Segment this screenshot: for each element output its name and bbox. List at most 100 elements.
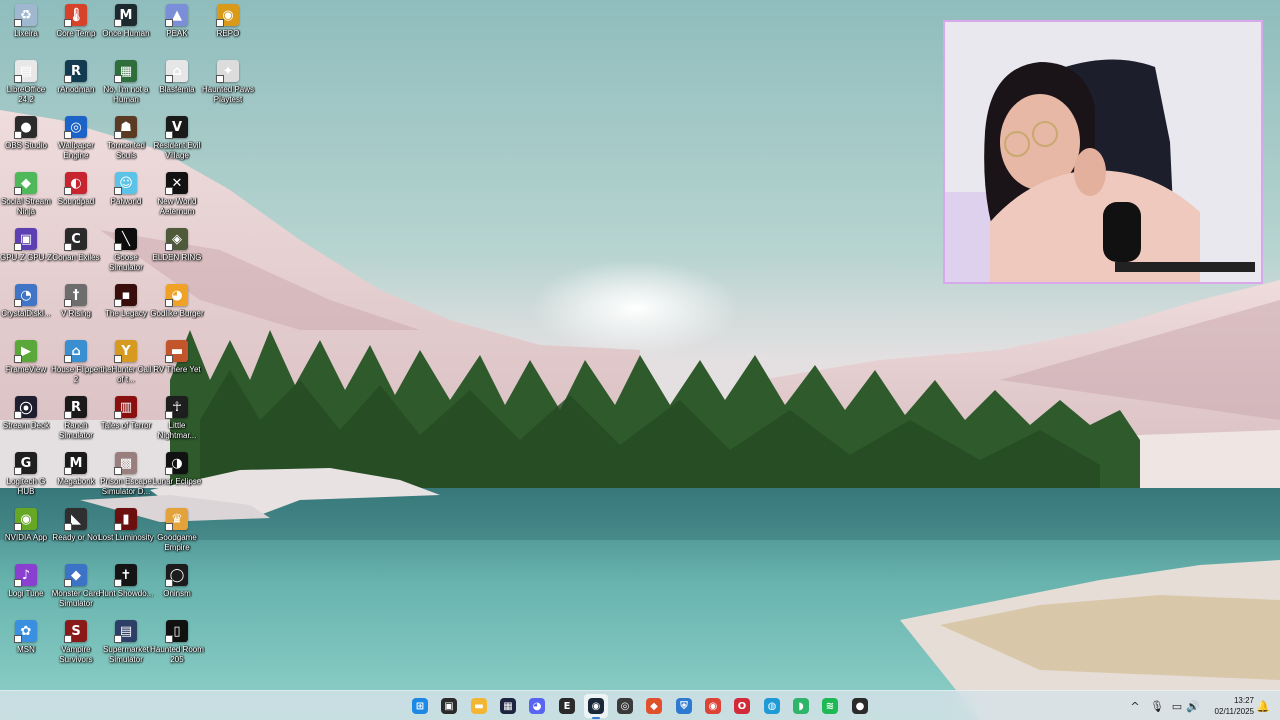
desktop-icon[interactable]: ⌂ House Flipper 2 (50, 340, 102, 396)
desktop-icon[interactable]: ⦿ Stream Deck (0, 396, 52, 452)
desktop-icon[interactable]: V Resident Evil Village (151, 116, 203, 172)
taskbar-app-button[interactable]: ⊞ (408, 694, 432, 718)
desktop-icon[interactable]: ◐ Soundpad (50, 172, 102, 228)
desktop-icon[interactable]: ▮ Lost Luminosity (98, 508, 154, 564)
desktop-icon[interactable]: ▶ FrameView (0, 340, 52, 396)
desktop-icon[interactable]: ◈ ELDEN RING (151, 228, 203, 284)
desktop-icon[interactable]: R Ranch Simulator (50, 396, 102, 452)
microphone-icon[interactable]: 🎙 (1150, 699, 1164, 713)
taskbar-app-button[interactable]: ≋ (818, 694, 842, 718)
desktop-icon[interactable]: ☗ Tormented Souls (100, 116, 152, 172)
desktop-icon[interactable]: ▩ Prison Escape Simulator D... (100, 452, 152, 508)
desktop-icon[interactable]: ◉ NVIDIA App (0, 508, 52, 564)
desktop-icon[interactable]: ✦ Haunted Paws Playtest (202, 60, 254, 116)
house-flipper-icon: ⌂ (64, 340, 87, 363)
desktop-icon[interactable]: ◑ Lunar Eclipse (151, 452, 203, 508)
desktop-icon[interactable]: ⌂ Blasfemia (151, 60, 203, 116)
desktop-icon[interactable]: ▪ The Legacy (100, 284, 152, 340)
desktop-icon[interactable]: S Vampire Survivors (50, 620, 102, 676)
desktop-icon[interactable]: ☺ Palworld (100, 172, 152, 228)
taskbar-app-button[interactable]: E (555, 694, 579, 718)
desktop-icon[interactable]: ◔ CrystalDiskI... (0, 284, 52, 340)
desktop-icon-label: Stream Deck (2, 421, 50, 430)
desktop-icon-label: NVIDIA App (4, 533, 48, 542)
desktop-icon[interactable]: † V Rising (50, 284, 102, 340)
desktop-icon-label: OBS Studio (5, 141, 47, 150)
taskbar-app-button[interactable]: ◆ (642, 694, 666, 718)
obs-studio-taskbar-icon: ● (852, 698, 868, 714)
desktop-icon[interactable]: ♛ Goodgame Empire (151, 508, 203, 564)
desktop-icon[interactable]: ◕ Godlike Burger (150, 284, 204, 340)
palworld-icon: ☺ (114, 172, 137, 195)
taskbar-app-button[interactable]: ● (848, 694, 872, 718)
desktop-icon[interactable]: ▥ Tales of Terror (100, 396, 152, 452)
desktop-icon-label: Palworld (110, 197, 142, 206)
haunted-room-icon: ▯ (165, 620, 188, 643)
desktop-icon[interactable]: ▤ LibreOffice 24.2 (0, 60, 52, 116)
desktop-icon[interactable]: ◉ REPO (202, 4, 254, 60)
desktop-icon[interactable]: ☥ Little Nightmar... (151, 396, 203, 452)
desktop-icon-label: FrameView (5, 365, 47, 374)
webcam-overlay (943, 20, 1263, 284)
desktop-icon[interactable]: ◎ Wallpaper Engine (50, 116, 102, 172)
system-clock[interactable]: 13:27 02/11/2025 (1204, 695, 1254, 717)
desktop-icon[interactable]: ▯ Haunted Room 205 (150, 620, 204, 676)
desktop-icon[interactable]: ▤ Supermarket Simulator (100, 620, 152, 676)
desktop-icon[interactable]: ▲ PEAK (151, 4, 203, 60)
desktop-icon[interactable]: ▣ GPU-Z GPU-Z (0, 228, 52, 284)
new-world-icon: ✕ (165, 172, 188, 195)
webcam-feed-image (945, 22, 1261, 282)
crystaldisk-icon: ◔ (14, 284, 37, 307)
desktop-icon[interactable]: G Logitech G HUB (0, 452, 52, 508)
desktop-icon-label: Prison Escape Simulator D... (100, 477, 152, 496)
chevron-up-icon[interactable]: ^ (1128, 699, 1142, 713)
taskbar-app-button[interactable]: ◉ (584, 694, 608, 719)
desktop-icon[interactable]: ✿ MSN (0, 620, 52, 676)
desktop-icon[interactable]: YtheHunter Call of t... (100, 340, 152, 396)
desktop-icon-label: ELDEN RING (152, 253, 202, 262)
desktop-icon[interactable]: ◆ Monster Care Simulator (50, 564, 102, 620)
taskbar-app-button[interactable]: ◉ (701, 694, 725, 718)
desktop-icon-label: Lunar Eclipse (152, 477, 202, 486)
haunted-paws-icon: ✦ (216, 60, 239, 83)
desktop-icon-label: Ranch Simulator (59, 421, 93, 440)
repo-icon: ◉ (216, 4, 239, 27)
desktop-icon[interactable]: ▦ No, I'm not a Human (100, 60, 152, 116)
desktop-icon[interactable]: C Conan Exiles (50, 228, 102, 284)
volume-icon[interactable]: 🔊 (1186, 699, 1200, 713)
desktop-icon[interactable]: RrAnodman (50, 60, 102, 116)
notification-bell-icon[interactable]: 🔔 (1256, 699, 1270, 713)
desktop-icon[interactable]: ◆ Social Stream Ninja (0, 172, 52, 228)
taskbar-app-button[interactable]: ▦ (496, 694, 520, 718)
desktop-icon-label: RV There Yet (153, 365, 201, 374)
desktop-icon[interactable]: ▬ RV There Yet (151, 340, 203, 396)
desktop-icon[interactable]: ◣ Ready or Not (50, 508, 102, 564)
desktop-icon[interactable]: ♻ Lixeira (0, 4, 52, 60)
desktop-icon[interactable]: M Megabonk (50, 452, 102, 508)
taskbar-app-button[interactable]: ◍ (760, 694, 784, 718)
desktop-icon[interactable]: ● OBS Studio (0, 116, 52, 172)
taskbar-app-button[interactable]: ▣ (437, 694, 461, 718)
little-nightmares-icon: ☥ (165, 396, 188, 419)
no-im-not-a-human-icon: ▦ (114, 60, 137, 83)
terminal-icon: ▦ (500, 698, 516, 714)
taskbar-app-button[interactable]: O (730, 694, 754, 718)
desktop-icon[interactable]: ♪ Logi Tune (0, 564, 52, 620)
network-icon[interactable]: ▭ (1170, 699, 1184, 713)
taskbar-app-button[interactable]: ▬ (467, 694, 491, 718)
taskbar-app-button[interactable]: ⛨ (672, 694, 696, 718)
desktop-icon[interactable]: ◯ Oninsm (151, 564, 203, 620)
desktop-icon[interactable]: M Once Human (100, 4, 152, 60)
desktop-icon-label: Soundpad (57, 197, 95, 206)
taskbar-app-button[interactable]: ◗ (789, 694, 813, 718)
desktop-icon[interactable]: ╲ Goose Simulator (100, 228, 152, 284)
desktop-icon[interactable]: ✝ Hunt Showdo... (99, 564, 153, 620)
logitech-ghub-icon: G (14, 452, 37, 475)
desktop-icon[interactable]: 🌡 Core Temp (50, 4, 102, 60)
desktop-icon[interactable]: ✕ New World Aeternum (151, 172, 203, 228)
taskbar-app-button[interactable]: ◕ (525, 694, 549, 718)
desktop-icon-label: V Rising (61, 309, 91, 318)
epic-games-icon: E (559, 698, 575, 714)
desktop-icon-label: Oninsm (163, 589, 191, 598)
taskbar-app-button[interactable]: ◎ (613, 694, 637, 718)
